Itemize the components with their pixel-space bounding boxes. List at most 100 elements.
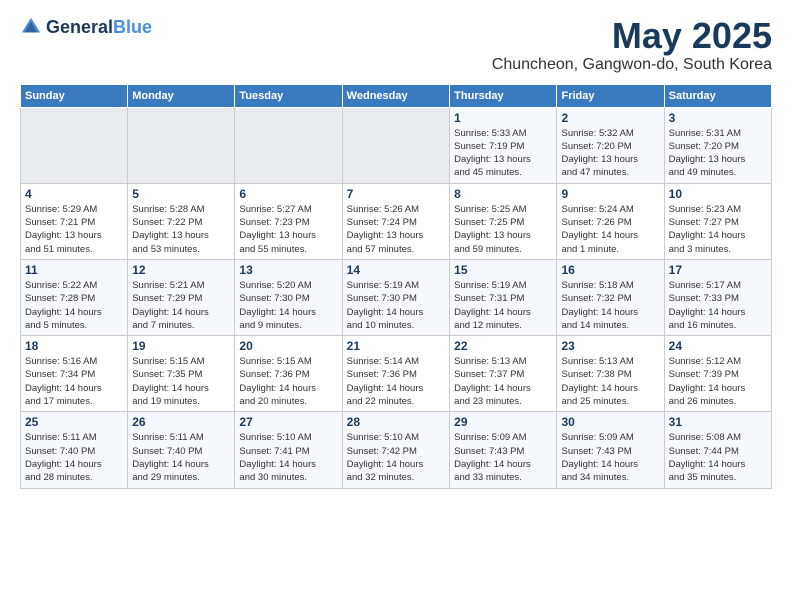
calendar-cell — [235, 107, 342, 183]
day-info: Sunrise: 5:22 AM Sunset: 7:28 PM Dayligh… — [25, 279, 123, 332]
day-info: Sunrise: 5:13 AM Sunset: 7:37 PM Dayligh… — [454, 355, 552, 408]
day-header-thursday: Thursday — [450, 84, 557, 107]
calendar-cell: 8 Sunrise: 5:25 AM Sunset: 7:25 PM Daylig… — [450, 183, 557, 259]
day-header-monday: Monday — [128, 84, 235, 107]
calendar-cell: 29 Sunrise: 5:09 AM Sunset: 7:43 PM Dayli… — [450, 412, 557, 488]
day-number: 26 — [132, 415, 230, 429]
calendar-cell: 25 Sunrise: 5:11 AM Sunset: 7:40 PM Dayli… — [21, 412, 128, 488]
logo-general-text: General — [46, 17, 113, 37]
day-header-saturday: Saturday — [664, 84, 771, 107]
calendar-cell: 30Sunrise: 5:09 AM Sunset: 7:43 PM Dayli… — [557, 412, 664, 488]
calendar-cell: 23 Sunrise: 5:13 AM Sunset: 7:38 PM Dayli… — [557, 336, 664, 412]
day-info: Sunrise: 5:17 AM Sunset: 7:33 PM Dayligh… — [669, 279, 767, 332]
day-number: 17 — [669, 263, 767, 277]
day-number: 25 — [25, 415, 123, 429]
calendar-cell: 11 Sunrise: 5:22 AM Sunset: 7:28 PM Dayli… — [21, 259, 128, 335]
logo: GeneralBlue — [20, 16, 152, 38]
title-area: May 2025 Chuncheon, Gangwon-do, South Ko… — [492, 16, 772, 74]
day-number: 2 — [561, 111, 659, 125]
day-info: Sunrise: 5:13 AM Sunset: 7:38 PM Dayligh… — [561, 355, 659, 408]
calendar-cell: 12Sunrise: 5:21 AM Sunset: 7:29 PM Dayli… — [128, 259, 235, 335]
day-info: Sunrise: 5:09 AM Sunset: 7:43 PM Dayligh… — [454, 431, 552, 484]
day-number: 11 — [25, 263, 123, 277]
calendar-cell: 14Sunrise: 5:19 AM Sunset: 7:30 PM Dayli… — [342, 259, 449, 335]
day-number: 4 — [25, 187, 123, 201]
calendar-cell: 19 Sunrise: 5:15 AM Sunset: 7:35 PM Dayli… — [128, 336, 235, 412]
day-number: 28 — [347, 415, 445, 429]
day-number: 13 — [239, 263, 337, 277]
calendar-cell: 22 Sunrise: 5:13 AM Sunset: 7:37 PM Dayli… — [450, 336, 557, 412]
day-info: Sunrise: 5:27 AM Sunset: 7:23 PM Dayligh… — [239, 203, 337, 256]
logo-icon — [20, 16, 42, 38]
day-number: 21 — [347, 339, 445, 353]
calendar-cell: 2 Sunrise: 5:32 AM Sunset: 7:20 PM Daylig… — [557, 107, 664, 183]
day-number: 22 — [454, 339, 552, 353]
main-title: May 2025 — [492, 16, 772, 56]
day-header-tuesday: Tuesday — [235, 84, 342, 107]
day-info: Sunrise: 5:32 AM Sunset: 7:20 PM Dayligh… — [561, 127, 659, 180]
day-number: 19 — [132, 339, 230, 353]
calendar-cell: 24 Sunrise: 5:12 AM Sunset: 7:39 PM Dayli… — [664, 336, 771, 412]
day-info: Sunrise: 5:33 AM Sunset: 7:19 PM Dayligh… — [454, 127, 552, 180]
day-number: 10 — [669, 187, 767, 201]
day-info: Sunrise: 5:08 AM Sunset: 7:44 PM Dayligh… — [669, 431, 767, 484]
subtitle: Chuncheon, Gangwon-do, South Korea — [492, 56, 772, 74]
day-info: Sunrise: 5:14 AM Sunset: 7:36 PM Dayligh… — [347, 355, 445, 408]
calendar-week-5: 25 Sunrise: 5:11 AM Sunset: 7:40 PM Dayli… — [21, 412, 772, 488]
day-number: 12 — [132, 263, 230, 277]
day-number: 3 — [669, 111, 767, 125]
calendar-week-3: 11 Sunrise: 5:22 AM Sunset: 7:28 PM Dayli… — [21, 259, 772, 335]
day-info: Sunrise: 5:23 AM Sunset: 7:27 PM Dayligh… — [669, 203, 767, 256]
calendar-cell: 13 Sunrise: 5:20 AM Sunset: 7:30 PM Dayli… — [235, 259, 342, 335]
day-info: Sunrise: 5:15 AM Sunset: 7:36 PM Dayligh… — [239, 355, 337, 408]
day-number: 7 — [347, 187, 445, 201]
calendar-cell — [128, 107, 235, 183]
day-header-sunday: Sunday — [21, 84, 128, 107]
calendar-cell — [21, 107, 128, 183]
day-number: 24 — [669, 339, 767, 353]
calendar-cell: 15Sunrise: 5:19 AM Sunset: 7:31 PM Dayli… — [450, 259, 557, 335]
day-info: Sunrise: 5:29 AM Sunset: 7:21 PM Dayligh… — [25, 203, 123, 256]
day-info: Sunrise: 5:20 AM Sunset: 7:30 PM Dayligh… — [239, 279, 337, 332]
day-info: Sunrise: 5:12 AM Sunset: 7:39 PM Dayligh… — [669, 355, 767, 408]
day-number: 30 — [561, 415, 659, 429]
day-number: 31 — [669, 415, 767, 429]
day-info: Sunrise: 5:11 AM Sunset: 7:40 PM Dayligh… — [25, 431, 123, 484]
day-info: Sunrise: 5:10 AM Sunset: 7:42 PM Dayligh… — [347, 431, 445, 484]
day-number: 23 — [561, 339, 659, 353]
calendar-table: SundayMondayTuesdayWednesdayThursdayFrid… — [20, 84, 772, 489]
calendar-cell: 4 Sunrise: 5:29 AM Sunset: 7:21 PM Daylig… — [21, 183, 128, 259]
calendar-week-4: 18Sunrise: 5:16 AM Sunset: 7:34 PM Dayli… — [21, 336, 772, 412]
calendar-header: SundayMondayTuesdayWednesdayThursdayFrid… — [21, 84, 772, 107]
day-number: 18 — [25, 339, 123, 353]
day-number: 29 — [454, 415, 552, 429]
calendar-cell: 21 Sunrise: 5:14 AM Sunset: 7:36 PM Dayli… — [342, 336, 449, 412]
calendar-cell: 6 Sunrise: 5:27 AM Sunset: 7:23 PM Daylig… — [235, 183, 342, 259]
calendar-cell: 16Sunrise: 5:18 AM Sunset: 7:32 PM Dayli… — [557, 259, 664, 335]
day-number: 6 — [239, 187, 337, 201]
day-info: Sunrise: 5:15 AM Sunset: 7:35 PM Dayligh… — [132, 355, 230, 408]
logo-blue-text: Blue — [113, 17, 152, 37]
calendar-cell: 20 Sunrise: 5:15 AM Sunset: 7:36 PM Dayli… — [235, 336, 342, 412]
calendar-cell: 31 Sunrise: 5:08 AM Sunset: 7:44 PM Dayli… — [664, 412, 771, 488]
calendar-cell: 18Sunrise: 5:16 AM Sunset: 7:34 PM Dayli… — [21, 336, 128, 412]
calendar-body: 1Sunrise: 5:33 AM Sunset: 7:19 PM Daylig… — [21, 107, 772, 488]
day-info: Sunrise: 5:10 AM Sunset: 7:41 PM Dayligh… — [239, 431, 337, 484]
calendar-cell: 28 Sunrise: 5:10 AM Sunset: 7:42 PM Dayli… — [342, 412, 449, 488]
calendar-cell: 27Sunrise: 5:10 AM Sunset: 7:41 PM Dayli… — [235, 412, 342, 488]
day-info: Sunrise: 5:26 AM Sunset: 7:24 PM Dayligh… — [347, 203, 445, 256]
calendar-cell: 7 Sunrise: 5:26 AM Sunset: 7:24 PM Daylig… — [342, 183, 449, 259]
day-number: 20 — [239, 339, 337, 353]
calendar-cell: 3Sunrise: 5:31 AM Sunset: 7:20 PM Daylig… — [664, 107, 771, 183]
day-info: Sunrise: 5:19 AM Sunset: 7:31 PM Dayligh… — [454, 279, 552, 332]
day-number: 8 — [454, 187, 552, 201]
day-header-wednesday: Wednesday — [342, 84, 449, 107]
calendar-cell: 17 Sunrise: 5:17 AM Sunset: 7:33 PM Dayli… — [664, 259, 771, 335]
header: GeneralBlue May 2025 Chuncheon, Gangwon-… — [20, 16, 772, 74]
day-header-friday: Friday — [557, 84, 664, 107]
day-info: Sunrise: 5:11 AM Sunset: 7:40 PM Dayligh… — [132, 431, 230, 484]
day-info: Sunrise: 5:25 AM Sunset: 7:25 PM Dayligh… — [454, 203, 552, 256]
calendar-cell: 10 Sunrise: 5:23 AM Sunset: 7:27 PM Dayli… — [664, 183, 771, 259]
day-info: Sunrise: 5:18 AM Sunset: 7:32 PM Dayligh… — [561, 279, 659, 332]
day-info: Sunrise: 5:24 AM Sunset: 7:26 PM Dayligh… — [561, 203, 659, 256]
